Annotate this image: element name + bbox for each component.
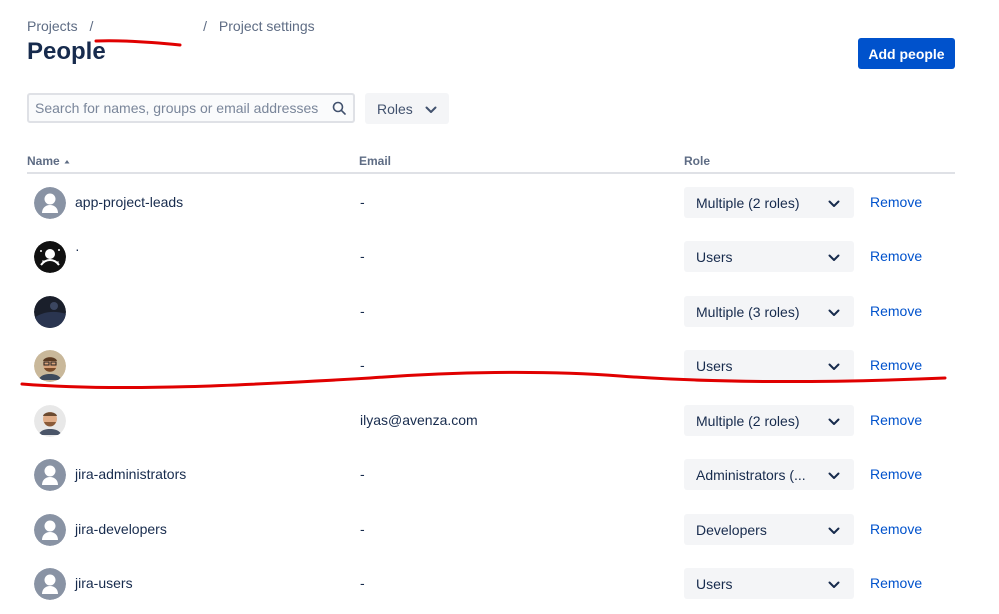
table-row: jira-users - Users Remove [27, 556, 955, 610]
user-email: - [360, 575, 365, 591]
role-value: Administrators (... [696, 466, 806, 483]
avatar [34, 514, 66, 546]
breadcrumb-separator: / [89, 18, 94, 34]
table-row: app-project-leads - Multiple (2 roles) R… [27, 175, 955, 229]
search-box [27, 93, 355, 123]
user-email: - [360, 466, 365, 482]
role-value: Users [696, 248, 733, 265]
role-dropdown[interactable]: Multiple (2 roles) [684, 187, 854, 218]
chevron-down-icon [425, 101, 437, 117]
search-input[interactable] [29, 95, 325, 121]
column-header-email: Email [359, 154, 392, 168]
table-row: - Users Remove [27, 338, 955, 392]
remove-link[interactable]: Remove [870, 303, 922, 319]
role-dropdown[interactable]: Users [684, 568, 854, 599]
user-name: app-project-leads [75, 194, 184, 210]
role-dropdown[interactable]: Multiple (3 roles) [684, 296, 854, 327]
add-people-button[interactable]: Add people [858, 38, 955, 69]
sort-ascending-icon [64, 154, 70, 168]
user-email: - [360, 248, 365, 264]
dark-pattern-avatar-icon [34, 241, 66, 273]
role-value: Developers [696, 521, 767, 538]
remove-link[interactable]: Remove [870, 194, 922, 210]
table-row: · - Users Remove [27, 229, 955, 283]
photo-beard-avatar-icon [34, 405, 66, 437]
dark-photo-avatar-icon [34, 296, 66, 328]
column-header-role: Role [684, 154, 711, 168]
role-dropdown[interactable]: Multiple (2 roles) [684, 405, 854, 436]
user-email: - [360, 521, 365, 537]
default-avatar-icon [34, 187, 66, 219]
photo-glasses-avatar-icon [34, 350, 66, 382]
chevron-down-icon [828, 576, 840, 592]
role-value: Users [696, 357, 733, 374]
roles-filter-label: Roles [377, 100, 413, 117]
user-email: - [360, 194, 365, 210]
avatar [34, 241, 66, 273]
user-email: - [360, 357, 365, 373]
table-row: jira-administrators - Administrators (..… [27, 447, 955, 501]
chevron-down-icon [828, 304, 840, 320]
user-name: jira-developers [75, 521, 167, 537]
table-row: ilyas@avenza.com Multiple (2 roles) Remo… [27, 393, 955, 447]
table-row: jira-developers - Developers Remove [27, 502, 955, 556]
chevron-down-icon [828, 358, 840, 374]
search-icon[interactable] [325, 101, 353, 115]
role-value: Users [696, 575, 733, 592]
role-value: Multiple (3 roles) [696, 303, 800, 320]
role-value: Multiple (2 roles) [696, 194, 800, 211]
breadcrumb: Projects / / Project settings [27, 18, 315, 34]
avatar [34, 459, 66, 491]
user-email: - [360, 303, 365, 319]
chevron-down-icon [828, 195, 840, 211]
role-value: Multiple (2 roles) [696, 412, 800, 429]
breadcrumb-project-settings-link[interactable]: Project settings [219, 18, 315, 34]
remove-link[interactable]: Remove [870, 466, 922, 482]
avatar [34, 350, 66, 382]
avatar [34, 187, 66, 219]
user-name: jira-users [75, 575, 133, 591]
user-name: jira-administrators [75, 466, 187, 482]
role-dropdown[interactable]: Users [684, 241, 854, 272]
role-dropdown[interactable]: Users [684, 350, 854, 381]
table-header-divider [27, 172, 955, 174]
annotation-underline-breadcrumb [94, 39, 182, 47]
user-email: ilyas@avenza.com [360, 412, 478, 428]
table-row: - Multiple (3 roles) Remove [27, 284, 955, 338]
remove-link[interactable]: Remove [870, 575, 922, 591]
chevron-down-icon [828, 522, 840, 538]
chevron-down-icon [828, 413, 840, 429]
roles-filter-dropdown[interactable]: Roles [365, 93, 449, 124]
chevron-down-icon [828, 467, 840, 483]
role-dropdown[interactable]: Developers [684, 514, 854, 545]
user-name: · [75, 241, 80, 257]
remove-link[interactable]: Remove [870, 521, 922, 537]
role-dropdown[interactable]: Administrators (... [684, 459, 854, 490]
default-avatar-icon [34, 568, 66, 600]
remove-link[interactable]: Remove [870, 412, 922, 428]
chevron-down-icon [828, 249, 840, 265]
avatar [34, 568, 66, 600]
avatar [34, 405, 66, 437]
default-avatar-icon [34, 459, 66, 491]
default-avatar-icon [34, 514, 66, 546]
remove-link[interactable]: Remove [870, 248, 922, 264]
avatar [34, 296, 66, 328]
remove-link[interactable]: Remove [870, 357, 922, 373]
page-title: People [27, 38, 106, 65]
breadcrumb-separator: / [203, 18, 208, 34]
breadcrumb-projects-link[interactable]: Projects [27, 18, 78, 34]
column-header-name[interactable]: Name [27, 154, 70, 168]
